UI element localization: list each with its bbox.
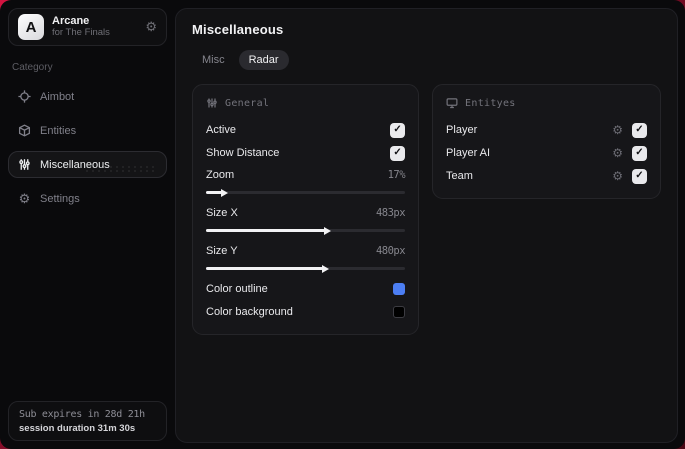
subscription-card: Sub expires in 28d 21h session duration …	[8, 401, 167, 441]
gear-icon	[18, 192, 31, 205]
player-checkbox[interactable]	[632, 122, 647, 138]
zoom-slider[interactable]	[206, 191, 406, 194]
sidebar-item-label: Settings	[40, 192, 80, 205]
sidebar-nav: Aimbot Entities Miscellaneous Settings	[8, 83, 167, 212]
general-panel: General Active Show Distance Zoom 17%	[192, 84, 420, 335]
sidebar-item-label: Entities	[40, 124, 77, 137]
app-window: A Arcane for The Finals Category Aimbot …	[0, 0, 685, 449]
session-duration-text: session duration 31m 30s	[19, 423, 136, 434]
toggle-label: Active	[206, 124, 236, 136]
gear-icon[interactable]	[145, 19, 157, 35]
team-checkbox[interactable]	[632, 168, 647, 184]
entities-panel: Entityes Player Player AI	[432, 84, 661, 199]
size-x-slider-block: Size X 483px	[206, 202, 406, 232]
entity-label: Player	[446, 124, 478, 136]
general-panel-title: General	[225, 97, 270, 109]
color-background-row: Color background	[206, 301, 406, 323]
gear-icon[interactable]	[612, 170, 623, 182]
sub-expiry-text: Sub expires in 28d 21h	[19, 409, 145, 420]
slider-label-row: Zoom 17%	[206, 164, 406, 186]
entity-controls	[612, 122, 647, 138]
slider-label: Size Y	[206, 245, 238, 257]
size-y-slider[interactable]	[206, 267, 406, 270]
size-x-slider[interactable]	[206, 229, 406, 232]
entity-label: Player AI	[446, 147, 491, 159]
general-panel-header: General	[206, 97, 405, 109]
sliders-icon	[18, 158, 31, 171]
toggle-row-active: Active	[206, 119, 406, 141]
tab-radar[interactable]: Radar	[238, 50, 289, 70]
sidebar-item-label: Miscellaneous	[40, 158, 110, 171]
color-background-swatch[interactable]	[393, 306, 406, 318]
entity-label: Team	[446, 170, 473, 182]
monitor-icon	[446, 97, 458, 109]
entity-row-player-ai: Player AI	[446, 142, 647, 164]
slider-value: 17%	[387, 169, 406, 181]
color-label: Color outline	[206, 283, 268, 295]
main-panel: Miscellaneous Misc Radar General Active	[175, 8, 678, 443]
app-logo: A	[18, 14, 44, 40]
sidebar-item-settings[interactable]: Settings	[8, 185, 167, 212]
slider-value: 483px	[375, 207, 406, 219]
color-outline-row: Color outline	[206, 278, 406, 300]
size-y-slider-block: Size Y 480px	[206, 240, 406, 270]
slider-label-row: Size Y 480px	[206, 240, 406, 262]
tab-bar: Misc Radar	[192, 50, 661, 70]
entities-panel-title: Entityes	[465, 97, 516, 109]
entity-row-player: Player	[446, 119, 647, 141]
entity-controls	[612, 145, 647, 161]
color-label: Color background	[206, 306, 293, 318]
category-label: Category	[12, 62, 53, 73]
gear-icon[interactable]	[612, 124, 623, 136]
toggle-label: Show Distance	[206, 147, 280, 159]
brand-text: Arcane for The Finals	[52, 15, 110, 39]
slider-label-row: Size X 483px	[206, 202, 406, 224]
panels-row: General Active Show Distance Zoom 17%	[192, 84, 661, 335]
show-distance-checkbox[interactable]	[390, 145, 406, 161]
active-checkbox[interactable]	[390, 122, 406, 138]
color-outline-swatch[interactable]	[393, 283, 406, 295]
gear-icon[interactable]	[612, 147, 623, 159]
tab-misc[interactable]: Misc	[192, 50, 235, 70]
slider-label: Size X	[206, 207, 238, 219]
sidebar: A Arcane for The Finals Category Aimbot …	[0, 0, 175, 449]
slider-fill[interactable]	[206, 191, 222, 194]
slider-fill[interactable]	[206, 267, 324, 270]
brand-subtitle: for The Finals	[52, 26, 110, 38]
sidebar-item-aimbot[interactable]: Aimbot	[8, 83, 167, 110]
sliders-icon	[206, 97, 218, 109]
brand-title: Arcane	[52, 15, 90, 28]
slider-label: Zoom	[206, 169, 235, 181]
entity-controls	[612, 168, 647, 184]
sidebar-item-entities[interactable]: Entities	[8, 117, 167, 144]
brand-card: A Arcane for The Finals	[8, 8, 167, 46]
toggle-row-show-distance: Show Distance	[206, 142, 406, 164]
slider-fill[interactable]	[206, 229, 326, 232]
zoom-slider-block: Zoom 17%	[206, 164, 406, 194]
crosshair-icon	[18, 90, 31, 103]
cube-icon	[18, 124, 31, 137]
sidebar-item-label: Aimbot	[40, 90, 75, 103]
sidebar-item-miscellaneous[interactable]: Miscellaneous	[8, 151, 167, 178]
player-ai-checkbox[interactable]	[632, 145, 647, 161]
slider-value: 480px	[375, 245, 406, 257]
entities-panel-header: Entityes	[446, 97, 647, 109]
page-title: Miscellaneous	[192, 22, 284, 37]
entity-row-team: Team	[446, 165, 647, 187]
